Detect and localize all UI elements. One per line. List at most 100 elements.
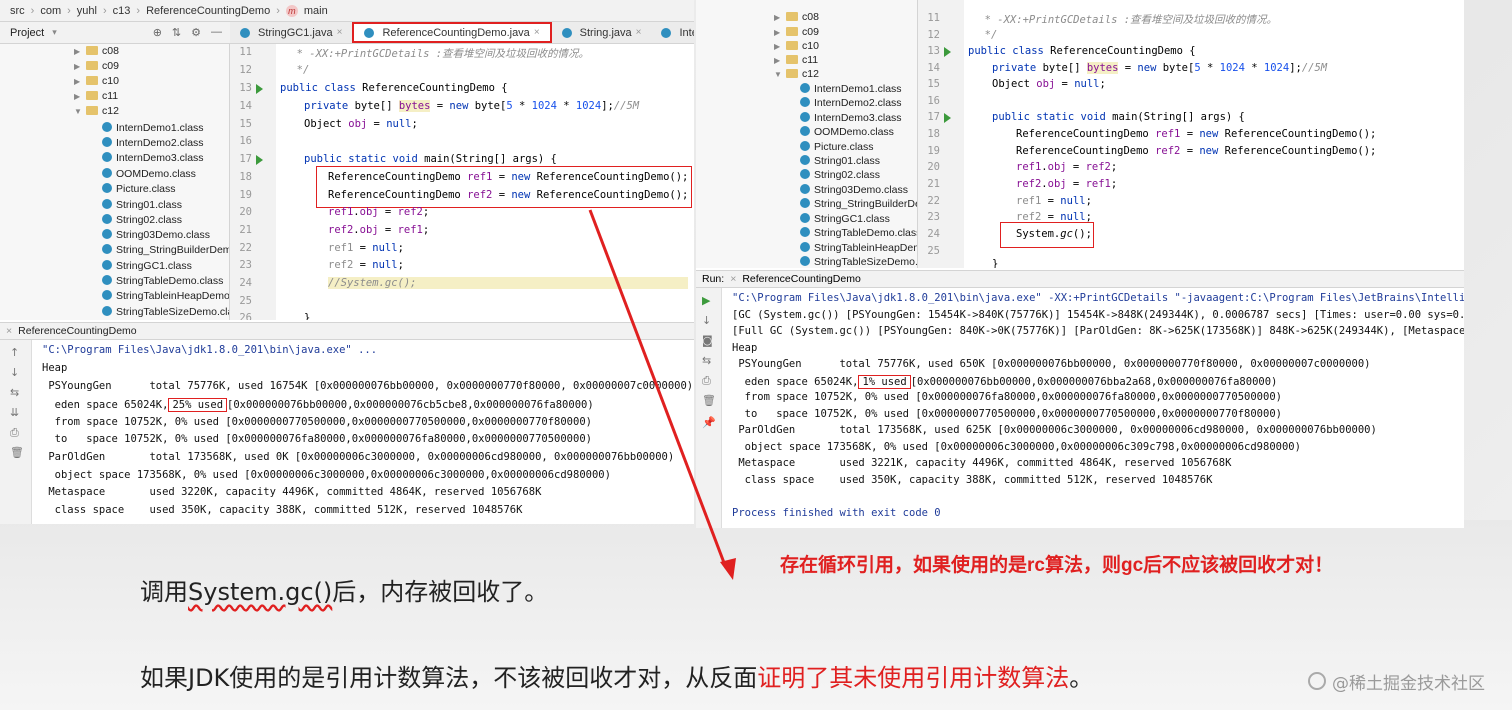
scroll-down-icon[interactable]: ↓ (10, 366, 19, 379)
project-panel-header: Project ▾ ⊕ ⇅ ⚙ — (0, 22, 230, 44)
print-icon[interactable]: ⎙ (10, 426, 19, 440)
camera-icon[interactable]: ◙ (702, 334, 713, 347)
tree-folder-item[interactable]: ▶ c10 (74, 74, 119, 89)
breadcrumb-method[interactable]: main (304, 5, 328, 17)
scroll-end-icon[interactable]: ⇊ (10, 406, 19, 419)
close-icon[interactable]: × (337, 27, 343, 38)
tree-class-item[interactable]: StringTableinHeapDemo.cla (800, 241, 917, 256)
code-editor[interactable]: * -XX:+PrintGCDetails :查看堆空间及垃圾回收的情况。 */… (276, 44, 694, 320)
tree-folder-item[interactable]: ▶ c11 (774, 53, 818, 68)
run-title[interactable]: ReferenceCountingDemo (18, 325, 136, 337)
close-icon[interactable]: × (636, 27, 642, 38)
tree-folder-item[interactable]: ▼ c12 (774, 67, 819, 82)
line-number: 18 (239, 171, 252, 183)
close-icon[interactable]: × (6, 325, 12, 337)
tree-folder-item[interactable]: ▶ c08 (74, 44, 119, 59)
line-number: 15 (927, 78, 940, 90)
tree-class-item[interactable]: String02.class (102, 213, 182, 228)
tree-class-item[interactable]: String_StringBuilderDemo (102, 243, 229, 258)
tab-integer[interactable]: Integer.java× (651, 22, 694, 43)
tree-class-item[interactable]: OOMDemo.class (102, 167, 196, 182)
chevron-down-icon[interactable]: ▾ (52, 27, 57, 38)
play-icon[interactable]: ▶ (702, 294, 710, 307)
tree-class-item[interactable]: StringTableDemo.class (102, 274, 223, 289)
tree-class-item[interactable]: InternDemo1.class (800, 82, 902, 97)
console-output[interactable]: "C:\Program Files\Java\jdk1.8.0_201\bin\… (722, 288, 1464, 528)
line-number: 19 (927, 145, 940, 157)
tree-class-item[interactable]: StringTableDemo.class (800, 226, 917, 241)
tree-class-item[interactable]: InternDemo1.class (102, 121, 204, 136)
soft-wrap-icon[interactable]: ⇆ (10, 386, 19, 399)
trash-icon[interactable]: 🗑 (10, 446, 24, 459)
tab-stringgc1[interactable]: StringGC1.java × (230, 22, 352, 43)
run-gutter-icon[interactable] (256, 84, 263, 94)
print-icon[interactable]: ⎙ (702, 374, 711, 388)
tree-class-item[interactable]: StringTableSizeDemo.clas (800, 255, 917, 268)
tree-class-item[interactable]: Picture.class (800, 140, 874, 155)
collapse-icon[interactable]: ⇅ (172, 26, 181, 39)
run-gutter-icon[interactable] (944, 47, 951, 57)
line-number: 20 (927, 161, 940, 173)
breadcrumb-c13[interactable]: c13 (113, 5, 131, 17)
run-gutter-icon[interactable] (944, 113, 951, 123)
soft-wrap-icon[interactable]: ⇆ (702, 354, 711, 367)
line-number: 21 (239, 224, 252, 236)
tree-folder-item[interactable]: ▼ c12 (74, 104, 119, 119)
tree-class-item[interactable]: Picture.class (102, 182, 176, 197)
pin-icon[interactable]: 📌 (702, 416, 716, 429)
locate-icon[interactable]: ⊕ (153, 26, 162, 39)
code-editor[interactable]: * -XX:+PrintGCDetails :查看堆空间及垃圾回收的情况。 */… (964, 0, 1464, 268)
tree-class-item[interactable]: StringTableSizeDemo.clas (102, 305, 229, 320)
breadcrumb-class[interactable]: ReferenceCountingDemo (146, 5, 270, 17)
tree-class-item[interactable]: OOMDemo.class (800, 125, 894, 140)
trash-icon[interactable]: 🗑 (702, 394, 716, 407)
close-icon[interactable]: × (730, 273, 736, 285)
line-number: 18 (927, 128, 940, 140)
tree-class-item[interactable]: InternDemo2.class (800, 96, 902, 111)
breadcrumb-yuhl[interactable]: yuhl (77, 5, 97, 17)
tree-class-item[interactable]: StringGC1.class (102, 259, 192, 274)
tree-class-item[interactable]: String01.class (800, 154, 880, 169)
tree-class-item[interactable]: InternDemo3.class (800, 111, 902, 126)
tree-class-item[interactable]: String03Demo.class (102, 228, 210, 243)
tab-string[interactable]: String.java × (552, 22, 652, 43)
class-icon (800, 227, 810, 237)
gear-icon[interactable]: ⚙ (191, 26, 201, 39)
tree-folder-item[interactable]: ▶ c08 (774, 10, 819, 25)
class-icon (102, 229, 112, 239)
breadcrumb-src[interactable]: src (10, 5, 25, 17)
tree-class-item[interactable]: String02.class (800, 168, 880, 183)
tree-folder-item[interactable]: ▶ c11 (74, 89, 118, 104)
scroll-down-icon[interactable]: ↓ (702, 314, 711, 327)
close-icon[interactable]: × (534, 27, 540, 38)
class-icon (561, 27, 572, 38)
run-gutter-icon[interactable] (256, 155, 263, 165)
tree-folder-item[interactable]: ▶ c10 (774, 39, 819, 54)
class-icon (800, 242, 810, 252)
watermark-logo-icon (1308, 672, 1326, 690)
line-number: 15 (239, 118, 252, 130)
line-number: 25 (927, 245, 940, 257)
tab-referencecountingdemo[interactable]: ReferenceCountingDemo.java × (352, 22, 552, 43)
project-label[interactable]: Project (10, 27, 44, 39)
tree-class-item[interactable]: StringTableinHeapDemo.c (102, 289, 229, 304)
rerun-icon[interactable]: ↑ (10, 346, 19, 359)
code-line: public static void main(String[] args) { (992, 111, 1245, 123)
console-output[interactable]: "C:\Program Files\Java\jdk1.8.0_201\bin\… (32, 340, 694, 524)
tree-folder-item[interactable]: ▶ c09 (74, 59, 119, 74)
tree-class-item[interactable]: String03Demo.class (800, 183, 908, 198)
tree-class-item[interactable]: StringGC1.class (800, 212, 890, 227)
hide-icon[interactable]: — (211, 26, 222, 39)
tree-folder-item[interactable]: ▶ c09 (774, 25, 819, 40)
tree-class-item[interactable]: String_StringBuilderDemo (800, 197, 917, 212)
tree-class-item[interactable]: String01.class (102, 198, 182, 213)
tree-class-item[interactable]: InternDemo3.class (102, 151, 204, 166)
console-line: eden space 65024K, 1% used [0x000000076bb0… (732, 375, 1278, 389)
console-line: class space used 350K, capacity 388K, co… (732, 474, 1213, 486)
tree-class-item[interactable]: InternDemo2.class (102, 136, 204, 151)
breadcrumb-com[interactable]: com (40, 5, 61, 17)
run-title[interactable]: ReferenceCountingDemo (742, 273, 860, 285)
folder-icon (86, 91, 98, 100)
project-tree: ▶ c08 ▶ c09 ▶ c10 ▶ c11 ▼ c12 InternDemo1.cla… (696, 0, 918, 268)
console-line: "C:\Program Files\Java\jdk1.8.0_201\bin\… (732, 292, 1464, 304)
